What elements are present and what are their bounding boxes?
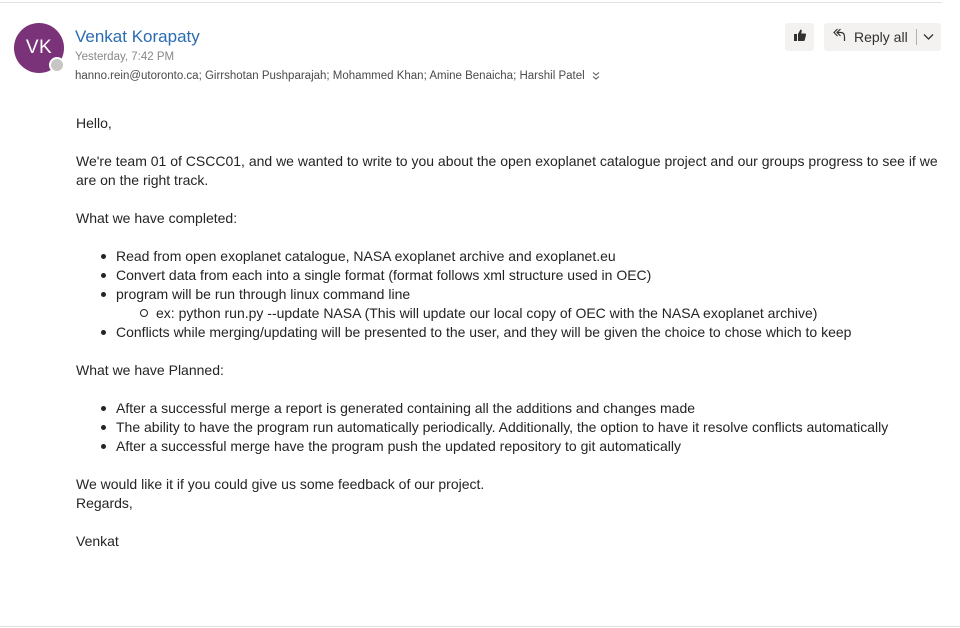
thumbs-up-icon	[793, 28, 807, 47]
list-item: The ability to have the program run auto…	[76, 418, 950, 437]
completed-heading: What we have completed:	[76, 210, 238, 226]
closing-paragraph: We would like it if you could give us so…	[76, 476, 485, 492]
list-item: After a successful merge have the progra…	[76, 437, 950, 456]
list-item: Read from open exoplanet catalogue, NASA…	[76, 247, 950, 266]
reply-options-dropdown[interactable]	[917, 23, 941, 51]
message-body: Hello, We're team 01 of CSCC01, and we w…	[76, 114, 950, 551]
top-divider	[0, 2, 942, 3]
avatar-initials: VK	[25, 37, 53, 58]
chevron-down-icon	[923, 28, 934, 46]
regards: Regards,	[76, 495, 133, 511]
message-timestamp: Yesterday, 7:42 PM	[75, 51, 175, 63]
greeting: Hello,	[76, 115, 112, 131]
presence-status-icon	[49, 57, 65, 73]
completed-list: Read from open exoplanet catalogue, NASA…	[76, 247, 950, 304]
bottom-divider	[0, 626, 960, 627]
list-item: program will be run through linux comman…	[76, 285, 950, 304]
expand-recipients-icon[interactable]	[591, 71, 601, 81]
list-item: Convert data from each into a single for…	[76, 266, 950, 285]
planned-list: After a successful merge a report is gen…	[76, 399, 950, 456]
planned-heading: What we have Planned:	[76, 362, 224, 378]
list-item: Conflicts while merging/updating will be…	[76, 323, 950, 342]
reply-all-icon	[832, 27, 846, 48]
signature: Venkat	[76, 533, 119, 549]
reply-all-button[interactable]: Reply all	[824, 23, 908, 51]
like-button[interactable]	[785, 23, 814, 51]
completed-list-continued: Conflicts while merging/updating will be…	[76, 323, 950, 342]
reply-all-split-button: Reply all	[824, 23, 941, 51]
intro-paragraph: We're team 01 of CSCC01, and we wanted t…	[76, 153, 938, 188]
recipient-list[interactable]: hanno.rein@utoronto.ca; Girrshotan Pushp…	[75, 70, 601, 82]
recipients-text: hanno.rein@utoronto.ca; Girrshotan Pushp…	[75, 70, 585, 82]
reply-all-label: Reply all	[854, 29, 908, 45]
list-item: After a successful merge a report is gen…	[76, 399, 950, 418]
sub-list-item: ex: python run.py --update NASA (This wi…	[76, 304, 950, 323]
sender-name[interactable]: Venkat Korapaty	[75, 27, 200, 47]
